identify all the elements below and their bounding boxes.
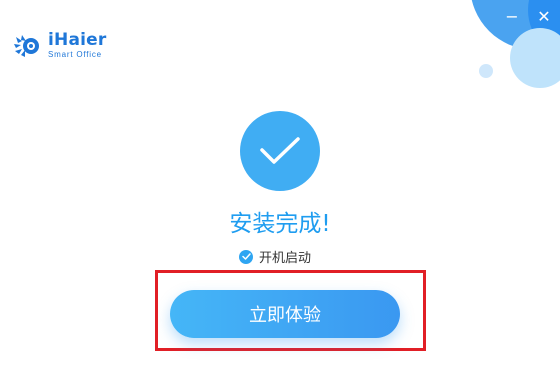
try-now-button[interactable]: 立即体验 xyxy=(170,290,400,338)
install-complete-title: 安装完成! xyxy=(229,211,331,237)
minimize-button[interactable]: − xyxy=(500,4,524,28)
brand-text: iHaier Smart Office xyxy=(48,32,106,59)
autostart-label: 开机启动 xyxy=(259,251,312,266)
check-circle-icon xyxy=(240,111,320,191)
brand-name: iHaier xyxy=(48,30,107,50)
brand-logo: iHaier Smart Office xyxy=(12,32,106,59)
checkbox-checked-icon xyxy=(239,249,253,264)
close-button[interactable]: ✕ xyxy=(532,4,556,28)
decorative-circle-light xyxy=(510,28,560,88)
installer-window: − ✕ iHaier Smart Office 安装完成! 开机启动 立即体验 xyxy=(0,0,560,389)
decorative-dot xyxy=(479,64,493,78)
close-icon: ✕ xyxy=(537,6,551,26)
minimize-icon: − xyxy=(505,6,519,26)
brand-tagline: Smart Office xyxy=(48,50,102,59)
ihaier-logo-icon xyxy=(14,34,39,57)
autostart-checkbox[interactable]: 开机启动 xyxy=(239,247,311,266)
